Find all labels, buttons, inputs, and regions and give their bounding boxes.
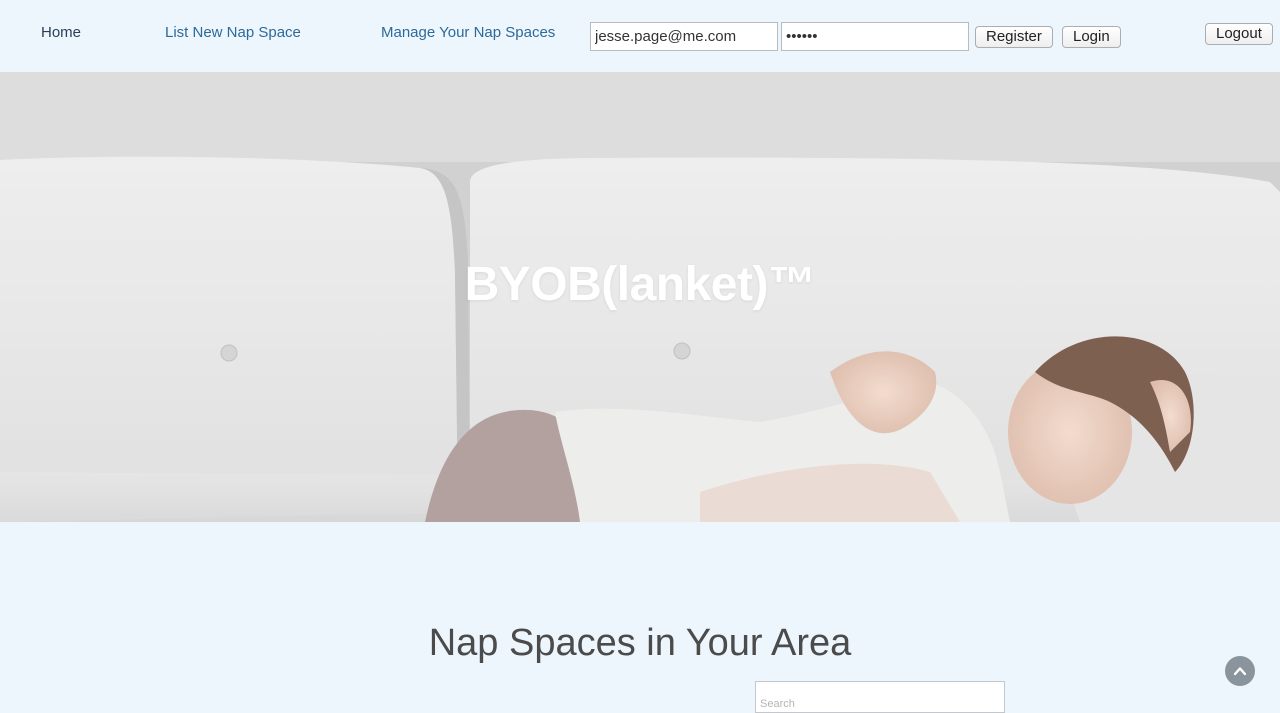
register-button[interactable]: Register: [975, 26, 1053, 48]
chevron-up-icon: [1233, 667, 1247, 676]
email-field[interactable]: [590, 22, 778, 51]
hero-title: BYOB(lanket)™: [464, 258, 816, 311]
nav-manage-nap-spaces-link[interactable]: Manage Your Nap Spaces: [381, 24, 555, 41]
password-field[interactable]: [781, 22, 969, 51]
nav-home-link[interactable]: Home: [41, 24, 81, 41]
top-navigation: Home List New Nap Space Manage Your Nap …: [0, 0, 1280, 72]
hero-banner: BYOB(lanket)™: [0, 72, 1280, 522]
search-input[interactable]: [755, 681, 1005, 713]
logout-button[interactable]: Logout: [1205, 23, 1273, 45]
section-title: Nap Spaces in Your Area: [428, 622, 852, 664]
login-button[interactable]: Login: [1062, 26, 1121, 48]
nav-list-new-nap-space-link[interactable]: List New Nap Space: [165, 24, 301, 41]
scroll-to-top-button[interactable]: [1225, 656, 1255, 686]
